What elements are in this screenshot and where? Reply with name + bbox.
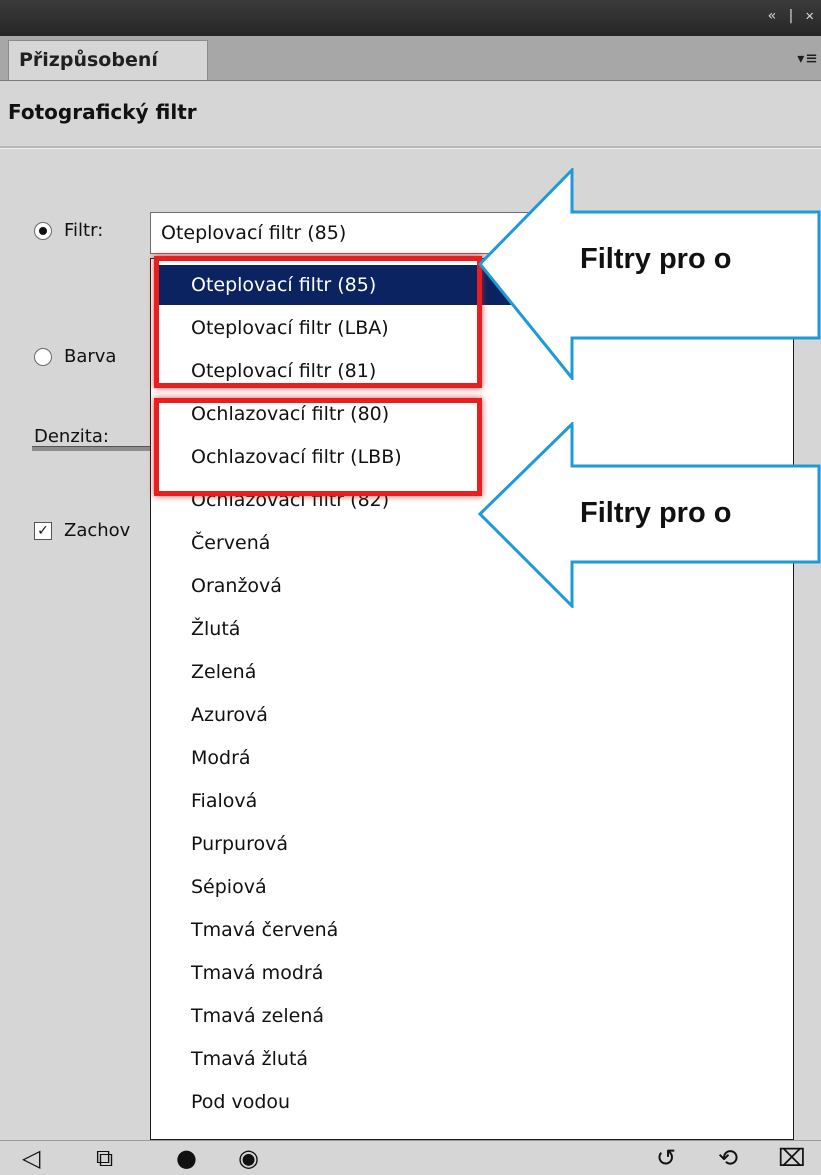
preserve-label: Zachov — [64, 520, 131, 541]
dropdown-item[interactable]: Modrá — [191, 738, 251, 778]
clip-to-layer-icon[interactable]: ⧉ — [96, 1144, 113, 1172]
tab-adjustments[interactable]: Přizpůsobení — [8, 40, 208, 80]
panel-menu-icon[interactable]: ▾≡ — [795, 48, 817, 69]
dropdown-item[interactable]: Tmavá modrá — [191, 953, 323, 993]
dropdown-item[interactable]: Sépiová — [191, 867, 267, 907]
preserve-luminosity-checkbox[interactable]: ✓ — [34, 522, 52, 540]
filter-dropdown-list: Oteplovací filtr (85) Oteplovací filtr (… — [150, 258, 794, 1140]
cooling-filters-highlight — [154, 398, 482, 496]
eye-visibility-icon[interactable]: ◉ — [238, 1144, 259, 1172]
dropdown-item[interactable]: Pod vodou — [191, 1082, 290, 1122]
reset-icon[interactable]: ⟲ — [718, 1144, 738, 1172]
density-label: Denzita: — [34, 426, 109, 447]
dropdown-item[interactable]: Oranžová — [191, 566, 282, 606]
dropdown-item[interactable]: Fialová — [191, 781, 257, 821]
warm-callout-text: Filtry pro o — [580, 243, 732, 275]
panel-title-bar: « | ✕ — [0, 0, 821, 37]
color-radio[interactable] — [34, 348, 52, 366]
back-arrow-icon[interactable]: ◁ — [22, 1144, 40, 1172]
dropdown-item[interactable]: Zelená — [191, 652, 256, 692]
warming-filters-highlight — [154, 256, 482, 388]
adjustments-panel: « | ✕ Přizpůsobení ▾≡ Fotografický filtr… — [0, 0, 821, 1175]
dropdown-item[interactable]: Tmavá žlutá — [191, 1039, 308, 1079]
layer-mask-icon[interactable]: ● — [176, 1144, 197, 1172]
cool-callout-text: Filtry pro o — [580, 497, 732, 529]
collapse-close-controls[interactable]: « | ✕ — [768, 8, 815, 24]
dropdown-item[interactable]: Žlutá — [191, 609, 240, 649]
bottom-toolbar — [0, 1140, 821, 1175]
dropdown-item[interactable]: Červená — [191, 523, 270, 563]
dropdown-item[interactable]: Tmavá červená — [191, 910, 338, 950]
density-slider[interactable] — [32, 446, 150, 451]
tab-strip: Přizpůsobení ▾≡ — [0, 36, 821, 81]
view-previous-state-icon[interactable]: ↺ — [656, 1144, 676, 1172]
filter-label: Filtr: — [64, 220, 104, 241]
filter-radio[interactable] — [34, 222, 52, 240]
trash-icon[interactable]: ⌧ — [778, 1144, 806, 1172]
dropdown-item[interactable]: Purpurová — [191, 824, 288, 864]
color-label: Barva — [64, 346, 117, 367]
divider — [0, 146, 821, 149]
dropdown-item[interactable]: Tmavá zelená — [191, 996, 324, 1036]
adjustment-heading: Fotografický filtr — [8, 100, 197, 124]
dropdown-item[interactable]: Azurová — [191, 695, 268, 735]
